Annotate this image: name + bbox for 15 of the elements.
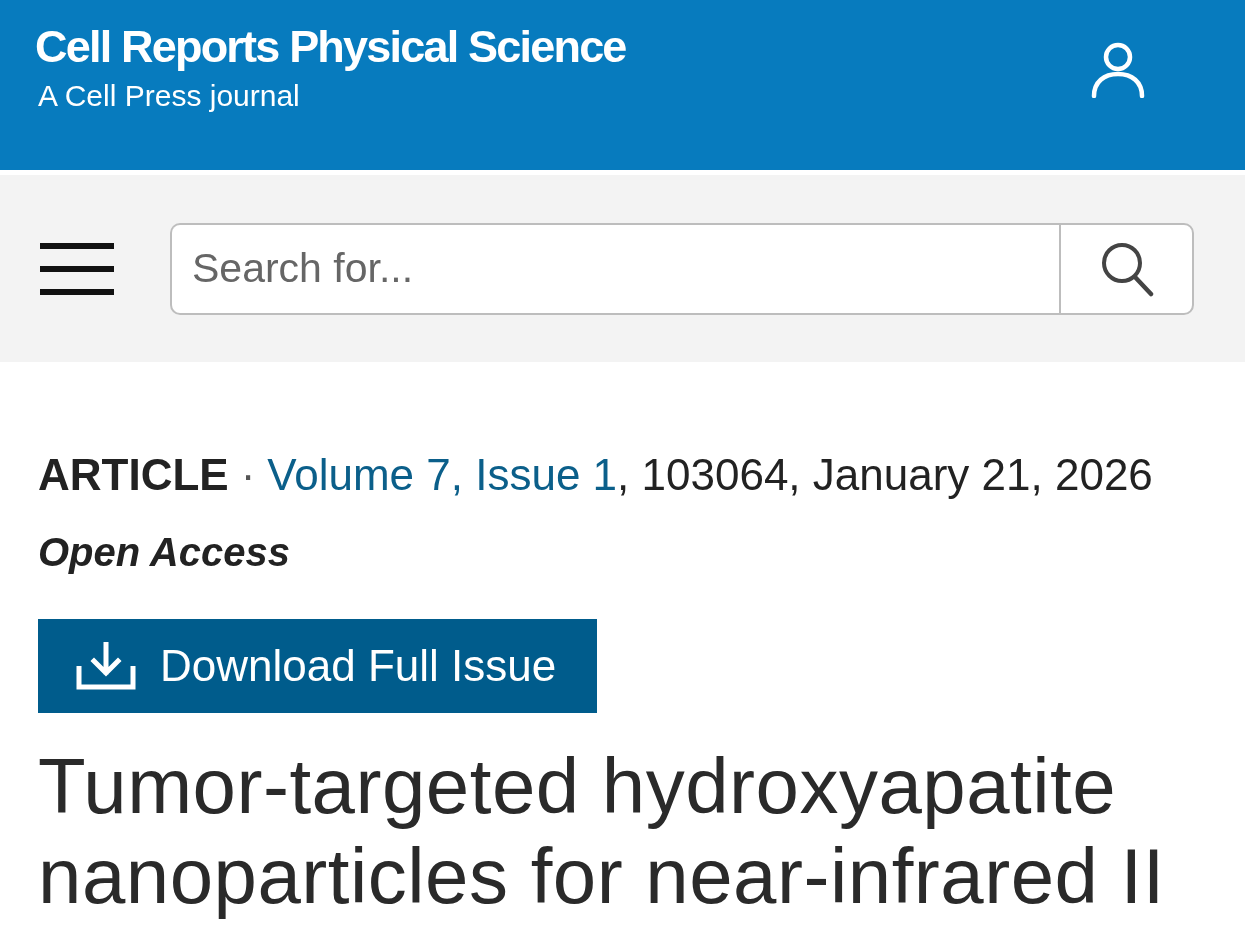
journal-subtitle: A Cell Press journal	[38, 79, 300, 113]
search-field[interactable]: Search for...	[170, 222, 1059, 315]
user-account-icon[interactable]	[1091, 42, 1145, 98]
article-title: Tumor-targeted hydroxyapatite nanoparticles for near-infrared II	[38, 741, 1166, 921]
search-button[interactable]	[1059, 222, 1194, 315]
article-details: , 103064, January 21, 2026	[617, 450, 1153, 499]
search-icon	[1099, 240, 1154, 297]
issue-link[interactable]: Volume 7, Issue 1	[267, 450, 618, 499]
separator-dot: ·	[240, 450, 256, 499]
download-icon	[76, 642, 136, 690]
download-button[interactable]: Download Full Issue	[38, 619, 597, 713]
menu-icon[interactable]	[40, 242, 114, 295]
open-access-label: Open Access	[38, 530, 290, 574]
journal-title-link[interactable]: Cell Reports Physical Science	[35, 24, 626, 70]
article-type-label: ARTICLE	[38, 450, 229, 499]
